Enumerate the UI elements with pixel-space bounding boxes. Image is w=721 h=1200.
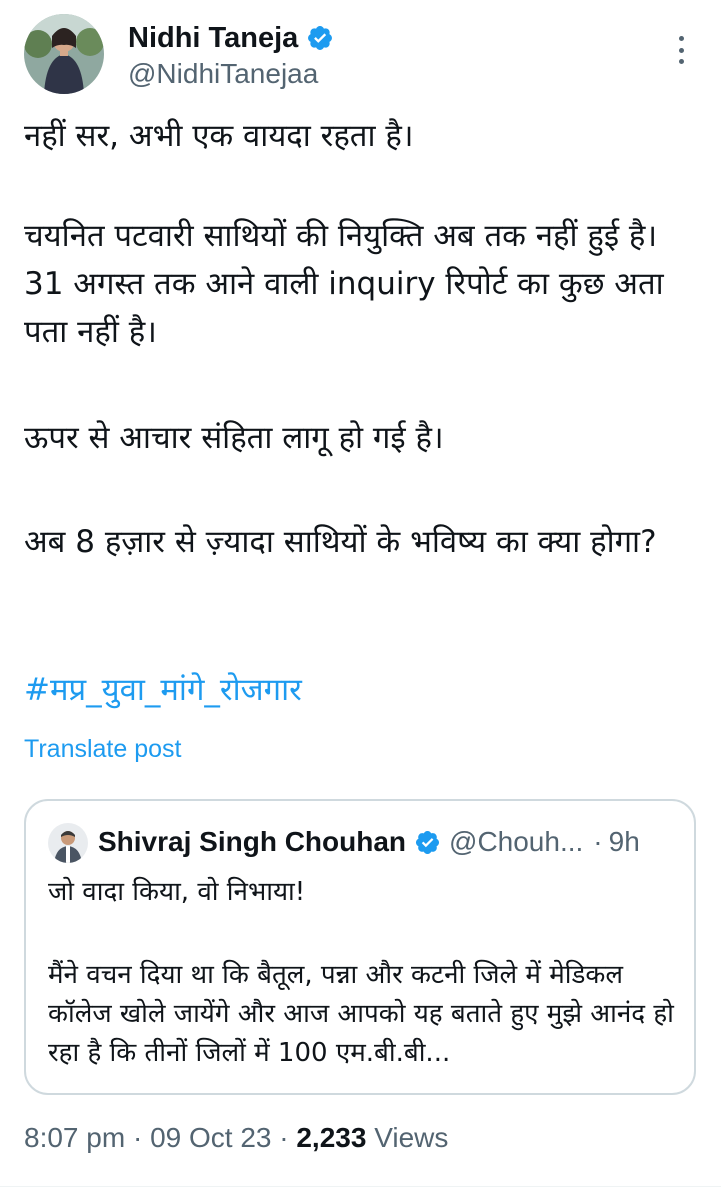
post-paragraph-2: चयनित पटवारी साथियों की नियुक्ति अब तक न… xyxy=(24,218,664,350)
quoted-author-name[interactable]: Shivraj Singh Chouhan xyxy=(98,826,406,858)
author-name[interactable]: Nidhi Taneja xyxy=(128,22,298,55)
post-time[interactable]: 8:07 pm xyxy=(24,1122,125,1153)
author-avatar[interactable] xyxy=(24,14,104,94)
more-dot xyxy=(678,59,684,64)
meta-separator: · xyxy=(132,1122,143,1153)
post-paragraph-1: नहीं सर, अभी एक वायदा रहता है। xyxy=(24,118,414,154)
divider xyxy=(0,1186,721,1187)
quoted-author-handle[interactable]: @Chouh... xyxy=(449,826,583,858)
quoted-author-avatar[interactable] xyxy=(48,823,88,863)
translate-post-link[interactable]: Translate post xyxy=(24,735,181,764)
more-dot xyxy=(678,47,684,53)
post-paragraph-4: अब 8 हज़ार से ज़्यादा साथियों के भविष्य … xyxy=(24,524,657,560)
quoted-post-header: Shivraj Singh Chouhan @Chouh... · 9h xyxy=(98,821,640,863)
hashtag-link[interactable]: #मप्र_युवा_मांगे_रोजगार xyxy=(24,666,302,714)
post-paragraph-3: ऊपर से आचार संहिता लागू हो गई है। xyxy=(24,420,444,456)
more-dot xyxy=(678,36,684,41)
author-name-row: Nidhi Taneja xyxy=(128,20,334,56)
post-meta: 8:07 pm · 09 Oct 23 · 2,233 Views xyxy=(24,1122,448,1154)
views-label: Views xyxy=(374,1122,449,1153)
post-header: Nidhi Taneja @NidhiTanejaa xyxy=(24,14,700,96)
quoted-post-card[interactable]: Shivraj Singh Chouhan @Chouh... · 9h जो … xyxy=(24,799,696,1095)
quoted-separator: · xyxy=(593,826,603,857)
views-count[interactable]: 2,233 xyxy=(296,1122,366,1153)
avatar-photo-icon xyxy=(24,14,104,94)
quoted-timestamp[interactable]: 9h xyxy=(609,826,640,858)
quoted-post-line-1: जो वादा किया, वो निभाया! xyxy=(48,877,306,907)
author-handle[interactable]: @NidhiTanejaa xyxy=(128,58,318,90)
meta-separator: · xyxy=(279,1122,289,1153)
quoted-avatar-photo-icon xyxy=(48,823,88,863)
quoted-post-text: मैंने वचन दिया था कि बैतूल, पन्ना और कटन… xyxy=(48,960,674,1068)
post-date[interactable]: 09 Oct 23 xyxy=(150,1122,271,1153)
verified-badge-icon xyxy=(308,26,333,50)
quoted-verified-badge-icon xyxy=(415,830,440,854)
more-options-icon[interactable] xyxy=(669,32,693,68)
